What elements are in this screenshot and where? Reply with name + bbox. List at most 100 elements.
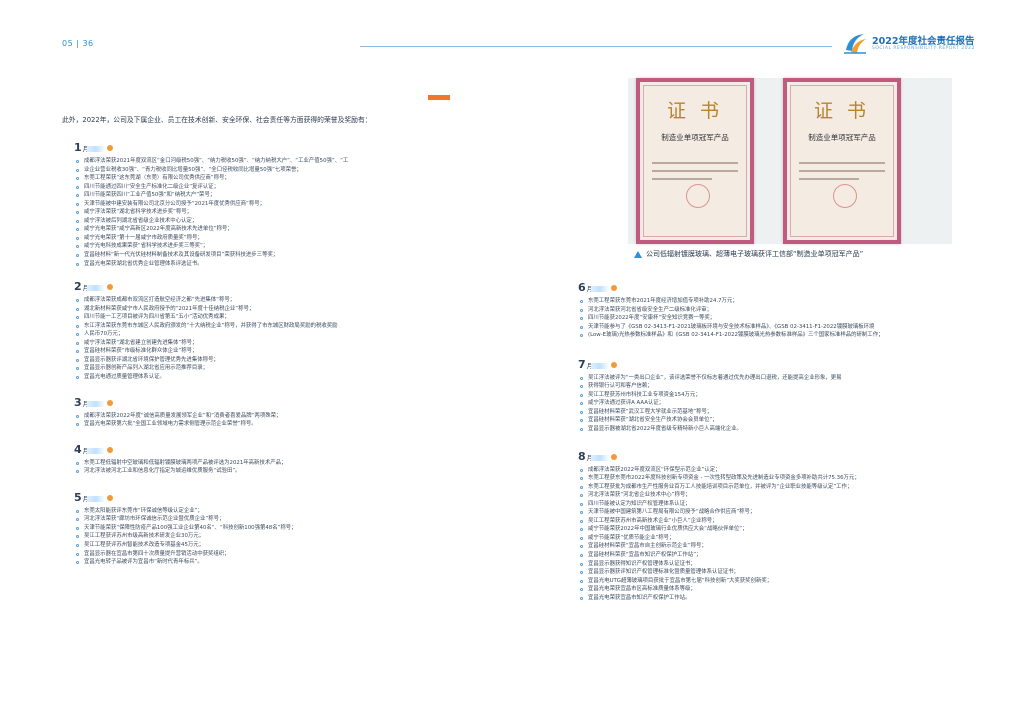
honor-item: 天津节能参与了《GSB 02-3413-F1-2021玻璃板环境与安全技术标准样…	[578, 323, 958, 332]
honor-item: 四川节能被认定为知识产权管理体系认证；	[578, 500, 958, 509]
report-subtitle: SOCIAL RESPONSIBILITY REPORT 2022	[872, 46, 975, 51]
honor-item: 东江浮法荣获东莞市东城区人民政府颁发的“十大纳税企业”称号，并获得了市东城区财政…	[74, 322, 446, 331]
month-marker-icon	[107, 494, 114, 501]
month-number: 5	[74, 490, 82, 504]
honor-item: 咸宁节能荣获2022年中国玻璃行业优质供应大会“战略伙伴单位”；	[578, 525, 958, 534]
honor-list: 东莞太阳能获评东莞市“环保诚信等级认定企业”； 河北浮法荣获“廊坊市环保诚信示范企…	[74, 507, 446, 567]
honor-item: 宜昌硅材料荣获“湖北省安全生产技术协会会员单位”；	[578, 416, 958, 425]
photo-caption-text: 公司低辐射镀膜玻璃、超薄电子玻璃获评工信部“制造业单项冠军产品”	[646, 250, 864, 258]
honor-item: 咸宁浮法被后列湖北省省级企业技术中心认定；	[74, 217, 446, 226]
month-block: 7 月吴江浮法被评为“一类出口企业”，该评选荣誉不仅标志着通过优先办理出口退税，还…	[578, 356, 958, 434]
certificate-title: 证 书	[813, 100, 871, 122]
month-heading: 6月	[578, 279, 958, 293]
month-block: 6 月东莞工程荣获东莞市2021年度经济增加值专项补助24.7万元； 河北浮法荣获河…	[578, 279, 958, 340]
honor-item: 咸宁浮法荣获“湖北省科学技术进步奖”称号；	[74, 208, 446, 217]
honor-item: 东莞太阳能获评东莞市“环保诚信等级认定企业”；	[74, 507, 446, 516]
honor-item: 宜昌硅材料荣获“武汉工程大学就业示范基地”称号；	[578, 408, 958, 417]
certificate-left: 证 书 制造业单项冠军产品	[636, 78, 754, 244]
month-number: 3	[74, 395, 82, 409]
page-number: 05 | 36	[62, 39, 94, 48]
month-number: 1	[74, 141, 82, 154]
honor-item: 宜昌显示器创新产品列入湖北省应用示范推荐目录；	[74, 364, 446, 373]
month-marker-icon	[107, 145, 114, 151]
photo-caption: 公司低辐射镀膜玻璃、超薄电子玻璃获评工信部“制造业单项冠军产品”	[634, 249, 863, 259]
month-number: 8	[578, 449, 586, 463]
month-heading: 3月	[74, 394, 446, 408]
honor-item: 四川节能一工艺项目被评为四川省第五“五小”活动优秀成果；	[74, 313, 446, 322]
month-marker-icon	[107, 284, 114, 291]
honor-item: 宜昌硅材料“新一代光伏硅材料制备技术及其设备研发项目”荣获科技进步三等奖；	[74, 251, 446, 260]
honor-item: 东莞工程获东莞市2022年度科技创新专项资金 - 一次性转型政策及先进制造业专项…	[578, 474, 958, 483]
month-number: 6	[578, 281, 586, 294]
honor-item: 宜昌光电UTG超薄玻璃项目获批于宜昌市第七届“科技创新”大奖获奖创新奖；	[578, 577, 958, 586]
honor-item: 咸宁浮法荣获“湖北省建立创建先进集体”称号；	[74, 339, 446, 348]
honor-item: 咸宁光电科技成果荣获“省科学技术进步奖三等奖”；	[74, 242, 446, 251]
honor-item: 宜昌显示器在宜昌市第四十次质量提升营销活动中获奖组织；	[74, 550, 446, 559]
month-underline	[591, 286, 610, 292]
honor-item: 宜昌显示器获得知识产权管理体系认证证书；	[578, 560, 958, 569]
month-number: 4	[74, 442, 82, 456]
honor-item: 宜昌显示器获评知识产权管理标准化暨质量管理体系认证证书；	[578, 568, 958, 577]
honor-list: 成都浮法荣获2021年度双流区“金口河级税50强”、“纳力税收50强”、“纳力纳…	[74, 157, 446, 268]
month-marker-icon	[107, 446, 114, 453]
certificate-right: 证 书 制造业单项冠军产品	[783, 78, 901, 244]
header-divider	[360, 46, 832, 47]
honor-item: (Low-E玻璃)光热参数标准样品》和《GSB 02-3414-F1-2022镀…	[578, 331, 958, 340]
honor-item: 东莞工程获批为成都市生产性服务业百万工人技能培训项目示范单位，并被评为“企业职业…	[578, 483, 958, 492]
honor-item: 成都浮法荣获2021年度双流区“金口河级税50强”、“纳力税收50强”、“纳力纳…	[74, 157, 446, 166]
honor-item: 宜昌光电荣获宜昌市知识产权保护工作站。	[578, 594, 958, 603]
month-marker-icon	[611, 285, 618, 291]
honor-item: 咸宁光电荣获“第十一届咸宁市政府质量奖”称号；	[74, 234, 446, 243]
honor-item: 宜昌光电通过质量管理体系认证。	[74, 373, 446, 382]
certificate-subtitle: 制造业单项冠军产品	[808, 133, 876, 142]
honor-item: 天津节能被中建安装有限公司北京分公司授予“2021年度优秀供应商”称号；	[74, 200, 446, 209]
honor-item: 成都浮法荣获2022年度“诚信高质量发展领军企业”和“消费者喜爱品牌”两项殊荣；	[74, 412, 446, 421]
honor-item: 宜昌光电荣获第六批“全国工业领域电力需求侧管理示范企业荣誉”称号。	[74, 420, 446, 429]
honor-item: 成都浮法荣获成都市双流区打造航空经济之都“先进集体”称号；	[74, 296, 446, 305]
honor-item: 宜昌硅材料荣获“宜昌市知识产权保护工作站”；	[578, 551, 958, 560]
honor-item: 宜昌光电荣获宜昌市区高标准质量体系等级；	[578, 585, 958, 594]
honor-item: 宜昌光电转子品被评为宜昌市“新时代青年标兵”。	[74, 558, 446, 567]
honor-item: 四川节能通过四川“安全生产标准化二级企业”复评认证；	[74, 183, 446, 192]
honor-item: 天津节能被中国建筑第八工程局有限公司授予“战略合作供应商”称号；	[578, 508, 958, 517]
honor-list: 东莞工程低辐射中空玻璃和低辐射镀膜玻璃两项产品被评选为2021年高新技术产品；河…	[74, 459, 446, 476]
month-number: 7	[578, 357, 586, 371]
month-heading: 8月	[578, 448, 958, 462]
honor-list: 吴江浮法被评为“一类出口企业”，该评选荣誉不仅标志着通过优先办理出口退税，还能提…	[578, 374, 958, 434]
month-number: 2	[74, 280, 82, 294]
month-heading: 5月	[74, 489, 446, 503]
month-underline	[87, 447, 106, 454]
honor-item: 河北浮法被河北工业和信息化厅指定为城运维优质服务“试验田”。	[74, 467, 446, 476]
certificate-subtitle: 制造业单项冠军产品	[661, 133, 729, 142]
month-underline	[87, 146, 106, 152]
honor-item: 宜昌显示器获评湖北省环境保护管理优秀先进集体称号；	[74, 356, 446, 365]
month-underline	[591, 362, 610, 369]
honor-item: 人民币70万元；	[74, 330, 446, 339]
month-block: 2 月成都浮法荣获成都市双流区打造航空经济之都“先进集体”称号； 湖北新材料荣获咸宁…	[74, 278, 446, 381]
honor-item: 宜昌硅材料荣获“宜昌市自主创新示范企业”称号；	[578, 542, 958, 551]
honor-item: 东莞工程荣获“这东莞湖（东莞）有限公司优秀供应商”称号；	[74, 174, 446, 183]
honor-item: 吴江工程荣获苏州市高新技术企业“小巨人”企业称号；	[578, 517, 958, 526]
honor-item: 天津节能荣获“保障性防疫产品100强工业企业第40名”、“科技创新100强第48…	[74, 524, 446, 533]
caption-triangle-icon	[634, 250, 642, 258]
honor-item: 吴江工程获苏州市科技工业专项资金154万元；	[578, 391, 958, 400]
month-marker-icon	[107, 399, 114, 406]
honor-item: 河北浮法荣获河北省省级安全生产二级标准化评审；	[578, 306, 958, 315]
honor-item: 咸宁浮法通过获评A AAA认证；	[578, 399, 958, 408]
honor-item: 宜昌显示器被湖北省2022年度省级专精特新小巨人高端化企业。	[578, 425, 958, 434]
right-column: 6 月东莞工程荣获东莞市2021年度经济增加值专项补助24.7万元； 河北浮法荣获河…	[578, 279, 958, 602]
month-heading: 4月	[74, 441, 446, 455]
honor-item: 河北浮法荣获“廊坊市环保诚信示范企业暨优质企业”称号；	[74, 515, 446, 524]
company-logo-icon	[844, 34, 866, 54]
honor-item: 吴江工程获评苏州智能技术改造专项基金45万元；	[74, 541, 446, 550]
honor-list: 成都浮法荣获2022年度双流区“环保型示范企业”认定； 东莞工程获东莞市2022年…	[578, 466, 958, 603]
month-block: 4 月东莞工程低辐射中空玻璃和低辐射镀膜玻璃两项产品被评选为2021年高新技术产品…	[74, 441, 446, 476]
month-block: 1 月成都浮法荣获2021年度双流区“金口河级税50强”、“纳力税收50强”、“纳…	[74, 139, 446, 268]
month-underline	[87, 495, 106, 502]
honor-item: 咸宁光电荣获“咸宁高新区2022年度高新技术先进单位”称号；	[74, 225, 446, 234]
month-block: 3 月成都浮法荣获2022年度“诚信高质量发展领军企业”和“消费者喜爱品牌”两项殊…	[74, 394, 446, 429]
honor-item: 宜昌硅材料荣获“市级标准化群众体企业”称号；	[74, 347, 446, 356]
honor-item: 东莞工程荣获东莞市2021年度经济增加值专项补助24.7万元；	[578, 297, 958, 306]
month-heading: 2月	[74, 278, 446, 292]
honor-list: 成都浮法荣获2022年度“诚信高质量发展领军企业”和“消费者喜爱品牌”两项殊荣；…	[74, 412, 446, 429]
